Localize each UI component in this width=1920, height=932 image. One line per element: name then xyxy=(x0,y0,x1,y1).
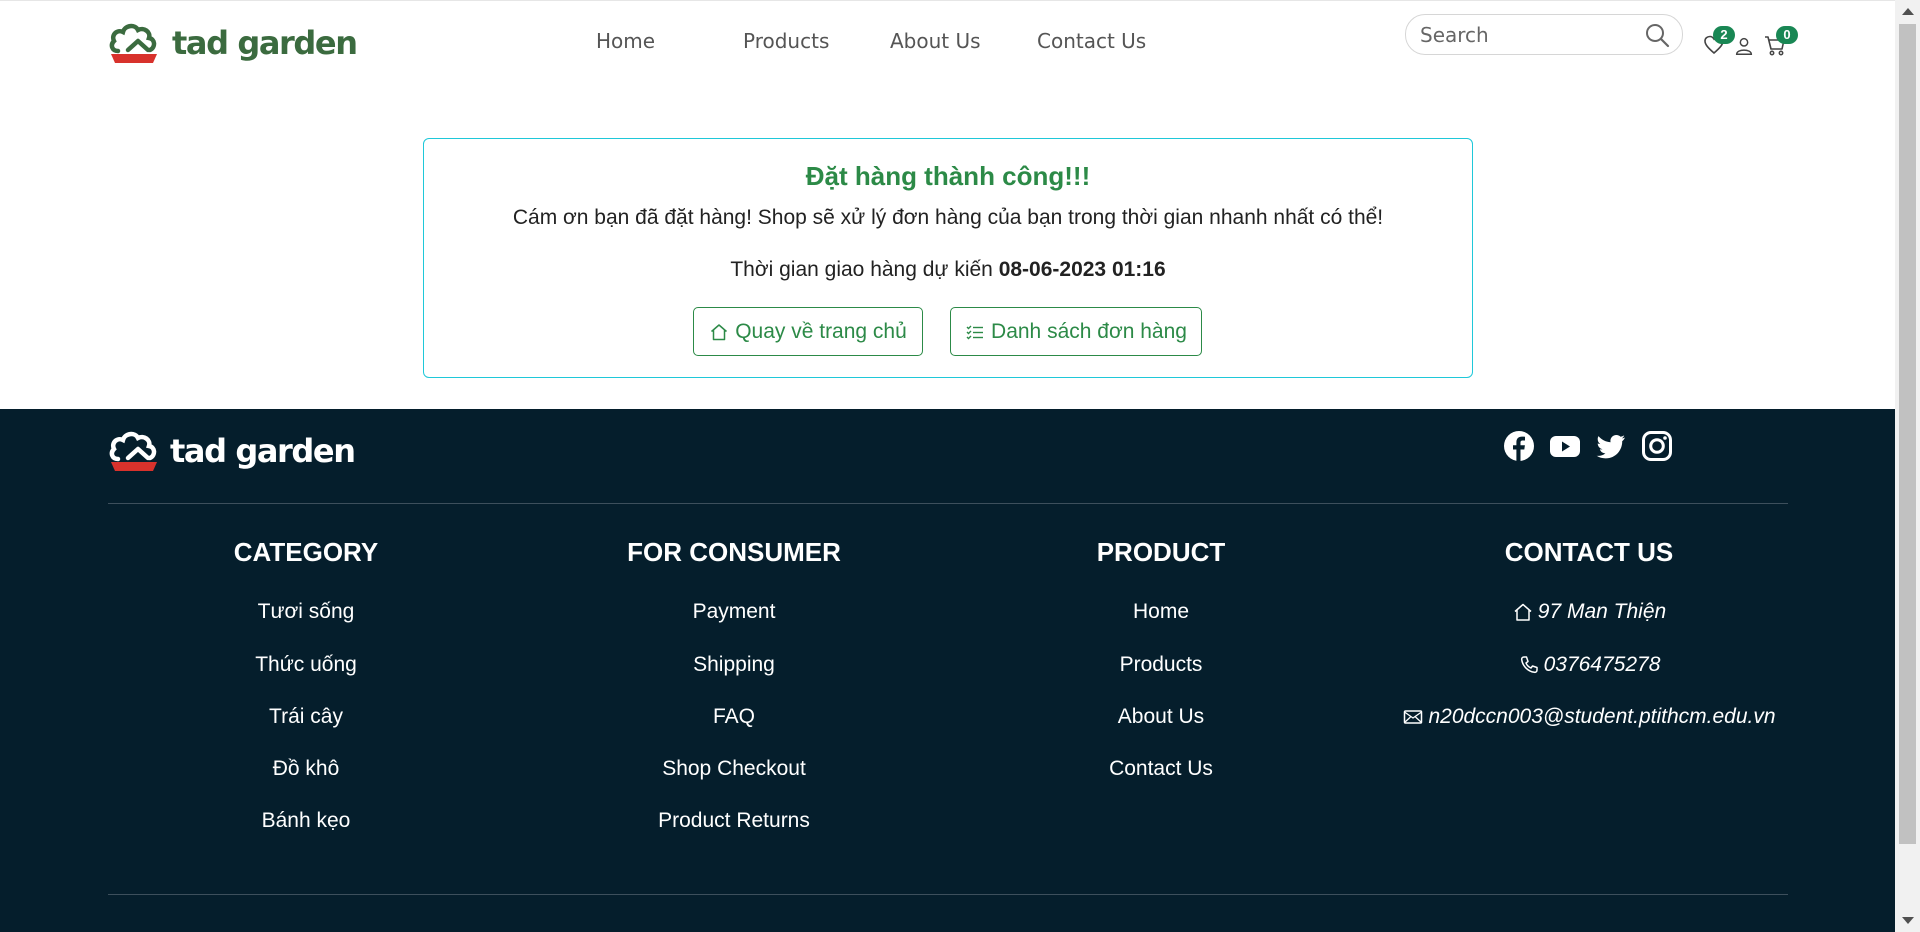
footer-column-contact-us: CONTACT US 97 Man Thiện 0376475278 n20dc… xyxy=(1379,537,1799,728)
twitter-icon[interactable] xyxy=(1595,430,1627,462)
column-title: PRODUCT xyxy=(1096,537,1226,567)
delivery-estimate: Thời gian giao hàng dự kiến 08-06-2023 0… xyxy=(424,258,1472,282)
footer-link[interactable]: Trái cây xyxy=(96,705,516,729)
footer-link[interactable]: Bánh kẹo xyxy=(96,809,516,833)
nav-about-us[interactable]: About Us xyxy=(890,29,981,53)
facebook-icon[interactable] xyxy=(1503,430,1535,462)
youtube-icon[interactable] xyxy=(1549,430,1581,462)
footer-link[interactable]: Payment xyxy=(524,600,944,624)
column-title: CONTACT US xyxy=(1504,537,1674,567)
scroll-up-arrow[interactable] xyxy=(1902,8,1914,15)
footer-link[interactable]: Shop Checkout xyxy=(524,757,944,781)
order-list-label: Danh sách đơn hàng xyxy=(991,319,1187,343)
footer-link[interactable]: Thức uống xyxy=(96,653,516,677)
contact-phone-text: 0376475278 xyxy=(1543,653,1661,676)
list-icon xyxy=(966,325,984,339)
contact-address-text: 97 Man Thiện xyxy=(1537,600,1667,623)
footer-link[interactable]: Product Returns xyxy=(524,809,944,833)
site-footer: tad garden CATEGORY Tươi sống Thức uống … xyxy=(0,409,1895,932)
footer-link[interactable]: FAQ xyxy=(524,705,944,729)
nav-home[interactable]: Home xyxy=(596,29,655,53)
order-success-title: Đặt hàng thành công!!! xyxy=(805,161,1091,191)
scroll-thumb[interactable] xyxy=(1899,24,1916,844)
search-box xyxy=(1405,14,1683,55)
contact-phone[interactable]: 0376475278 xyxy=(1379,653,1799,677)
nav-contact-us[interactable]: Contact Us xyxy=(1037,29,1146,53)
footer-link[interactable]: About Us xyxy=(951,705,1371,729)
phone-icon xyxy=(1520,656,1538,674)
nav-products[interactable]: Products xyxy=(743,29,829,53)
footer-logo[interactable]: tad garden xyxy=(108,429,356,473)
contact-address: 97 Man Thiện xyxy=(1379,600,1799,624)
order-list-button[interactable]: Danh sách đơn hàng xyxy=(950,307,1202,356)
home-icon xyxy=(1514,603,1532,621)
footer-link[interactable]: Products xyxy=(951,653,1371,677)
contact-email[interactable]: n20dccn003@student.ptithcm.edu.vn xyxy=(1379,705,1799,729)
order-success-message: Cám ơn bạn đã đặt hàng! Shop sẽ xử lý đơ… xyxy=(512,206,1384,229)
delivery-estimate-label: Thời gian giao hàng dự kiến xyxy=(730,258,993,281)
order-success-card: Đặt hàng thành công!!! Cám ơn bạn đã đặt… xyxy=(423,138,1473,378)
footer-link[interactable]: Đồ khô xyxy=(96,757,516,781)
footer-divider-top xyxy=(108,503,1788,504)
site-header: tad garden Home Products About Us Contac… xyxy=(0,0,1895,86)
footer-column-product: PRODUCT Home Products About Us Contact U… xyxy=(951,537,1371,780)
contact-email-text: n20dccn003@student.ptithcm.edu.vn xyxy=(1428,705,1776,728)
footer-logo-icon xyxy=(109,431,157,471)
footer-link[interactable]: Contact Us xyxy=(951,757,1371,781)
footer-column-for-consumer: FOR CONSUMER Payment Shipping FAQ Shop C… xyxy=(524,537,944,832)
footer-link[interactable]: Shipping xyxy=(524,653,944,677)
footer-link[interactable]: Home xyxy=(951,600,1371,624)
home-icon xyxy=(711,323,728,340)
delivery-estimate-value: 08-06-2023 01:16 xyxy=(998,258,1166,281)
column-title: FOR CONSUMER xyxy=(627,537,841,567)
back-home-button[interactable]: Quay về trang chủ xyxy=(693,307,923,356)
scroll-down-arrow[interactable] xyxy=(1902,917,1914,924)
search-icon[interactable] xyxy=(1644,22,1670,48)
cart-count-badge: 0 xyxy=(1776,26,1798,44)
footer-logo-text: tad garden xyxy=(170,432,356,470)
page-scrollbar[interactable] xyxy=(1895,0,1920,932)
footer-column-category: CATEGORY Tươi sống Thức uống Trái cây Đồ… xyxy=(96,537,516,832)
user-icon[interactable] xyxy=(1733,35,1755,57)
footer-link[interactable]: Tươi sống xyxy=(96,600,516,624)
search-input[interactable] xyxy=(1420,23,1620,47)
column-title: CATEGORY xyxy=(233,537,379,567)
mail-icon xyxy=(1404,710,1423,724)
wishlist-count-badge: 2 xyxy=(1713,26,1735,44)
footer-divider-bottom xyxy=(108,894,1788,895)
back-home-label: Quay về trang chủ xyxy=(735,319,907,343)
instagram-icon[interactable] xyxy=(1641,430,1673,462)
